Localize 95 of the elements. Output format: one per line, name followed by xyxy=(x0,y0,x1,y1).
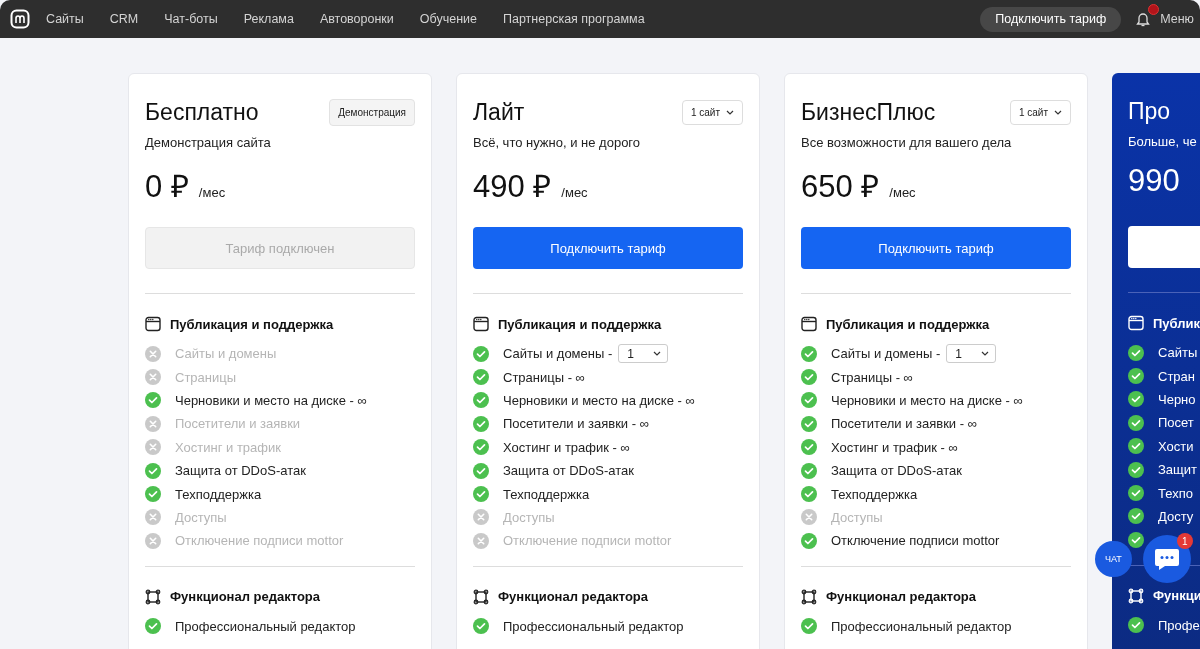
feature-label: Посет xyxy=(1158,415,1194,431)
feature-label: Профе xyxy=(1158,617,1200,633)
price-period: /мес xyxy=(561,185,588,200)
feature-label: Страницы xyxy=(175,369,237,385)
feature-label: Техподдержка xyxy=(175,486,262,502)
feature-label: Профессиональный редактор xyxy=(175,618,356,634)
count-select[interactable]: 1 xyxy=(618,344,669,364)
price-period: /мес xyxy=(198,185,226,200)
subscribe-button[interactable]: Подключить тариф xyxy=(473,227,743,269)
plan-description: Больше, че xyxy=(1128,134,1198,149)
frame-icon xyxy=(473,588,489,605)
nav-link[interactable]: Партнерская программа xyxy=(503,12,645,26)
nav-link[interactable]: Реклама xyxy=(243,12,294,26)
upgrade-button[interactable]: Подключить тариф xyxy=(980,6,1122,32)
caret-icon xyxy=(726,109,734,115)
feature-label: Досту xyxy=(1158,508,1194,524)
feature-label: Сайты и домены - xyxy=(503,346,613,362)
feature-label: Стран xyxy=(1158,368,1195,384)
feature-label: Сайты xyxy=(1158,345,1198,361)
feature-label: Защит xyxy=(1158,462,1197,478)
caret-icon xyxy=(981,351,990,357)
sites-dropdown[interactable]: 1 сайт xyxy=(1009,99,1071,125)
feature-label: Отключение подписи mottor xyxy=(831,533,1000,549)
nav-link[interactable]: Автоворонки xyxy=(319,12,394,26)
sites-dropdown[interactable]: 1 сайт xyxy=(681,99,743,125)
plan-description: Всё, что нужно, и не дорого xyxy=(473,135,642,150)
feature-label: Доступы xyxy=(175,509,227,525)
nav-link[interactable]: Чат-боты xyxy=(164,12,218,26)
frame-icon xyxy=(801,588,817,605)
speech-bubble-icon xyxy=(1153,547,1180,571)
feature-label: Посетители и заявки xyxy=(175,416,301,432)
section-title: Публикация и поддержка xyxy=(498,316,662,332)
feature-label: Профессиональный редактор xyxy=(503,618,684,634)
feature-label: Черновики и место на диске - ∞ xyxy=(175,392,367,408)
feature-label: Отключение подписи mottor xyxy=(175,533,344,549)
logo-icon[interactable] xyxy=(10,9,30,29)
price-period: /мес xyxy=(889,185,916,200)
frame-icon xyxy=(145,588,161,605)
feature-label: Доступы xyxy=(503,509,555,525)
nav-link[interactable]: Сайты xyxy=(46,12,84,26)
plan-title: Про xyxy=(1128,97,1171,125)
feature-label: Посетители и заявки - ∞ xyxy=(503,416,649,432)
section-title: Функци xyxy=(1153,588,1200,603)
feature-label: Хостинг и трафик - ∞ xyxy=(503,439,630,455)
feature-label: Черновики и место на диске - ∞ xyxy=(503,392,695,408)
nav-link[interactable]: CRM xyxy=(109,12,139,26)
plan-title: Лайт xyxy=(473,98,525,126)
section-title: Функционал редактора xyxy=(170,589,321,604)
feature-label: Защита от DDoS-атак xyxy=(831,463,962,479)
section-title: Функционал редактора xyxy=(826,589,977,604)
feature-label: Черновики и место на диске - ∞ xyxy=(831,392,1023,408)
browser-window-icon xyxy=(473,316,489,332)
subscribe-button[interactable]: Подключить тариф xyxy=(801,227,1071,269)
frame-icon xyxy=(1128,587,1144,604)
feature-label: Защита от DDoS-атак xyxy=(503,463,634,479)
feature-label: Хостинг и трафик - ∞ xyxy=(831,439,958,455)
bell-icon[interactable] xyxy=(1136,11,1151,27)
nav-link[interactable]: Обучение xyxy=(419,12,477,26)
chat-button[interactable]: ЧАТ xyxy=(1095,541,1132,577)
count-select[interactable]: 1 xyxy=(946,344,997,364)
feature-label: Сайты и домены xyxy=(175,346,277,362)
plan-title: БизнесПлюс xyxy=(801,98,936,126)
feature-label: Посетители и заявки - ∞ xyxy=(831,416,977,432)
feature-label: Хостинг и трафик xyxy=(175,439,281,455)
feature-label: Профессиональный редактор xyxy=(831,618,1012,634)
feature-label: Техподдержка xyxy=(831,486,918,502)
browser-window-icon xyxy=(801,316,817,332)
demo-button[interactable]: Демонстрация xyxy=(329,98,415,126)
section-title: Публик xyxy=(1153,315,1200,331)
plan-description: Все возможности для вашего дела xyxy=(801,135,1013,150)
plan-description: Демонстрация сайта xyxy=(145,135,272,150)
feature-label: Страницы - ∞ xyxy=(503,369,585,385)
caret-icon xyxy=(1054,109,1062,115)
menu-link[interactable]: Меню xyxy=(1160,12,1194,26)
section-title: Публикация и поддержка xyxy=(170,316,334,332)
feature-label: Страницы - ∞ xyxy=(831,369,913,385)
price: 490 ₽ xyxy=(473,168,552,206)
plan-title: Бесплатно xyxy=(145,98,259,126)
price: 0 ₽ xyxy=(145,168,189,206)
unread-badge: 1 xyxy=(1176,533,1193,549)
section-title: Функционал редактора xyxy=(498,589,649,604)
browser-window-icon xyxy=(145,316,161,332)
feature-label: Защита от DDoS-атак xyxy=(175,463,306,479)
price: 990 xyxy=(1128,163,1180,199)
feature-label: Отключение подписи mottor xyxy=(503,533,672,549)
feature-label: Доступы xyxy=(831,509,883,525)
browser-window-icon xyxy=(1128,315,1144,331)
section-title: Публикация и поддержка xyxy=(826,316,990,332)
feature-label: Техподдержка xyxy=(503,486,590,502)
feature-label: Черно xyxy=(1158,391,1196,407)
feature-label: Техпо xyxy=(1158,485,1193,501)
caret-icon xyxy=(653,351,662,357)
feature-label: Сайты и домены - xyxy=(831,346,941,362)
price: 650 ₽ xyxy=(801,168,880,206)
feature-label: Хости xyxy=(1158,438,1194,454)
